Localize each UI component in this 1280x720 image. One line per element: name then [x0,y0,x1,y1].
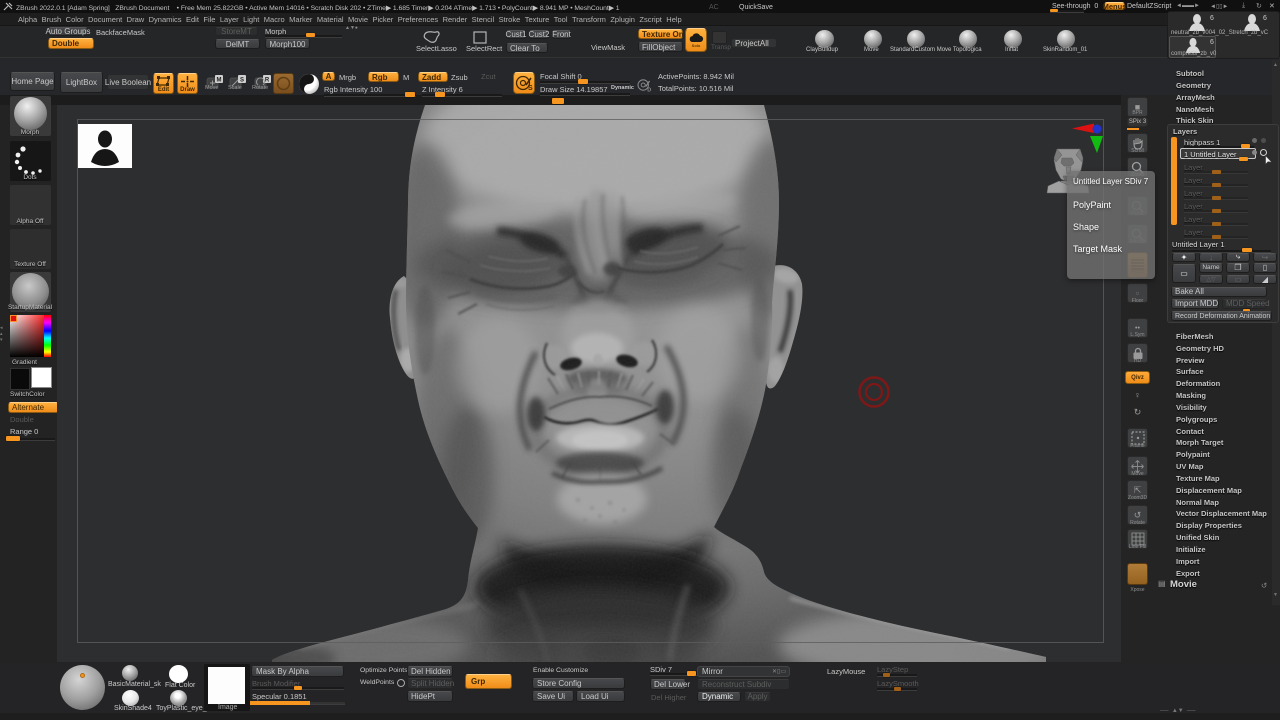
svg-text:Solo: Solo [692,43,701,48]
svg-text:M: M [217,78,222,84]
svg-text:S: S [240,78,244,84]
svg-text:S: S [528,85,533,92]
svg-text:D: D [647,87,651,93]
svg-text:R: R [265,78,270,84]
